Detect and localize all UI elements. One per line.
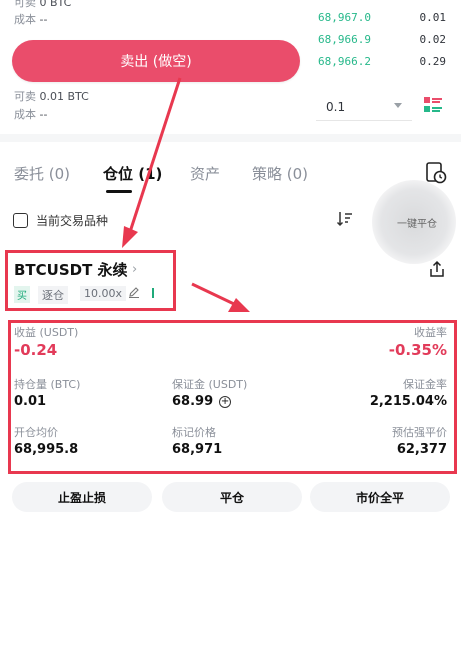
arrow-to-symbol: [128, 77, 182, 233]
arrow-head-icon: [228, 298, 250, 312]
cost-label: 成本 --: [14, 13, 48, 26]
orderbook-layout-icon[interactable]: [424, 96, 442, 114]
current-symbol-label: 当前交易品种: [36, 214, 109, 228]
orderbook-price[interactable]: 68,966.9: [318, 33, 371, 46]
close-position-button[interactable]: 平仓: [162, 482, 302, 512]
share-icon[interactable]: [428, 260, 446, 278]
tp-sl-button[interactable]: 止盈止损: [12, 482, 152, 512]
orderbook-price[interactable]: 68,966.2: [318, 55, 371, 68]
market-close-button[interactable]: 市价全平: [310, 482, 450, 512]
available-label: 可卖 0 BTC: [14, 0, 72, 9]
active-tab-indicator: [106, 190, 132, 193]
tab-positions[interactable]: 仓位 (1): [103, 163, 162, 184]
highlight-box-details: [8, 320, 457, 474]
highlight-box-symbol: [5, 250, 176, 311]
current-symbol-checkbox[interactable]: [13, 213, 28, 228]
orderbook-price[interactable]: 68,967.0: [318, 11, 371, 24]
tab-assets[interactable]: 资产: [190, 163, 220, 184]
section-divider: [0, 134, 461, 142]
tab-orders[interactable]: 委托 (0): [14, 163, 70, 184]
arrow-head-icon: [122, 226, 138, 248]
arrow-to-details: [191, 282, 235, 306]
caret-down-icon: [394, 103, 402, 108]
cost-label-2: 成本 --: [14, 108, 48, 121]
orderbook-qty: 0.02: [419, 33, 447, 46]
close-all-button[interactable]: 一键平仓: [372, 180, 456, 264]
orderbook-qty: 0.29: [419, 55, 447, 68]
sort-icon[interactable]: [336, 210, 354, 228]
available-sell-label: 可卖 0.01 BTC: [14, 90, 89, 103]
orderbook-qty: 0.01: [419, 11, 447, 24]
depth-precision-select[interactable]: 0.1: [316, 93, 412, 121]
sell-short-button[interactable]: 卖出 (做空): [12, 40, 300, 82]
tab-strategies[interactable]: 策略 (0): [252, 163, 308, 184]
